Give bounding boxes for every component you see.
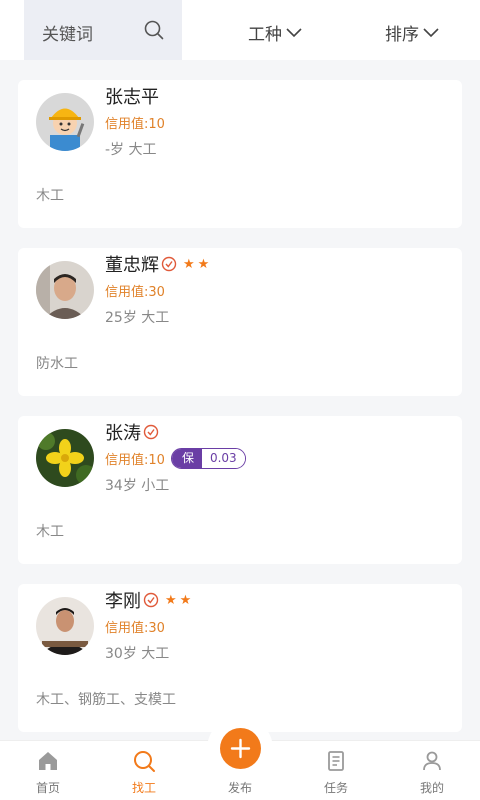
worker-card[interactable]: 张志平 信用值:10 -岁 大工 木工 xyxy=(18,80,462,228)
search-input[interactable]: 关键词 xyxy=(24,0,182,60)
search-placeholder: 关键词 xyxy=(42,25,93,45)
credit-value: 信用值:10 xyxy=(105,452,165,468)
tab-profile[interactable]: 我的 xyxy=(384,741,480,800)
worker-name: 张志平 xyxy=(105,87,159,108)
trade-filter-label: 工种 xyxy=(248,25,282,45)
worker-name: 董忠辉 xyxy=(105,255,159,276)
avatar xyxy=(36,429,94,487)
worker-card[interactable]: 董忠辉 ★★ 信用值:30 25岁 大工 防水工 xyxy=(18,248,462,396)
age-level: 25岁 大工 xyxy=(105,310,170,326)
worker-cartoon-avatar xyxy=(36,93,94,151)
chevron-down-icon xyxy=(286,27,302,37)
insurance-badge-label: 保 xyxy=(171,448,202,468)
avatar xyxy=(36,261,94,319)
sort-label: 排序 xyxy=(385,25,419,45)
name-row: 张涛 xyxy=(105,419,159,445)
home-icon xyxy=(39,752,57,770)
credit-row: 信用值:30 xyxy=(105,280,165,300)
rating-stars: ★★ xyxy=(165,592,195,608)
tab-profile-label: 我的 xyxy=(419,781,444,795)
chevron-down-icon xyxy=(423,27,439,37)
skills: 木工 xyxy=(36,188,64,204)
flower-photo-avatar xyxy=(36,429,94,487)
credit-value: 信用值:10 xyxy=(105,116,165,132)
person-photo-avatar xyxy=(36,597,94,655)
worker-card[interactable]: 李刚 ★★ 信用值:30 30岁 大工 木工、钢筋工、支模工 xyxy=(18,584,462,732)
tab-home[interactable]: 首页 xyxy=(0,741,96,800)
worker-name: 李刚 xyxy=(105,591,141,612)
name-row: 董忠辉 ★★ xyxy=(105,251,212,277)
sort-dropdown[interactable]: 排序 xyxy=(385,20,439,45)
age-level: -岁 大工 xyxy=(105,142,157,158)
filter-bar: 关键词 工种 排序 xyxy=(0,0,480,60)
skills: 防水工 xyxy=(36,356,78,372)
worker-name: 张涛 xyxy=(105,423,141,444)
insurance-badge-value: 0.03 xyxy=(201,448,245,468)
skills: 木工、钢筋工、支模工 xyxy=(36,692,176,708)
person-photo-avatar xyxy=(36,261,94,319)
credit-row: 信用值:10 保 0.03 xyxy=(105,447,246,469)
credit-row: 信用值:10 xyxy=(105,112,165,132)
skills: 木工 xyxy=(36,524,64,540)
verified-icon xyxy=(161,256,177,272)
task-icon xyxy=(328,751,344,771)
avatar xyxy=(36,93,94,151)
insurance-badge: 保 0.03 xyxy=(170,447,246,469)
avatar xyxy=(36,597,94,655)
credit-row: 信用值:30 xyxy=(105,616,165,636)
tab-tasks[interactable]: 任务 xyxy=(288,741,384,800)
age-level: 34岁 小工 xyxy=(105,478,170,494)
tab-tasks-label: 任务 xyxy=(323,781,348,795)
search-icon[interactable] xyxy=(144,20,164,40)
tab-find-work[interactable]: 找工 xyxy=(96,741,192,800)
trade-filter-dropdown[interactable]: 工种 xyxy=(248,20,302,45)
credit-value: 信用值:30 xyxy=(105,284,165,300)
verified-icon xyxy=(143,592,159,608)
plus-icon xyxy=(230,738,251,759)
tab-home-label: 首页 xyxy=(35,781,60,795)
name-row: 张志平 xyxy=(105,83,159,109)
credit-value: 信用值:30 xyxy=(105,620,165,636)
search-icon xyxy=(134,751,155,772)
age-level: 30岁 大工 xyxy=(105,646,170,662)
worker-card[interactable]: 张涛 信用值:10 保 0.03 34岁 小工 木工 xyxy=(18,416,462,564)
tab-find-work-label: 找工 xyxy=(131,781,156,795)
user-icon xyxy=(423,751,441,771)
publish-button[interactable] xyxy=(220,728,261,769)
rating-stars: ★★ xyxy=(183,256,213,272)
name-row: 李刚 ★★ xyxy=(105,587,194,613)
verified-icon xyxy=(143,424,159,440)
